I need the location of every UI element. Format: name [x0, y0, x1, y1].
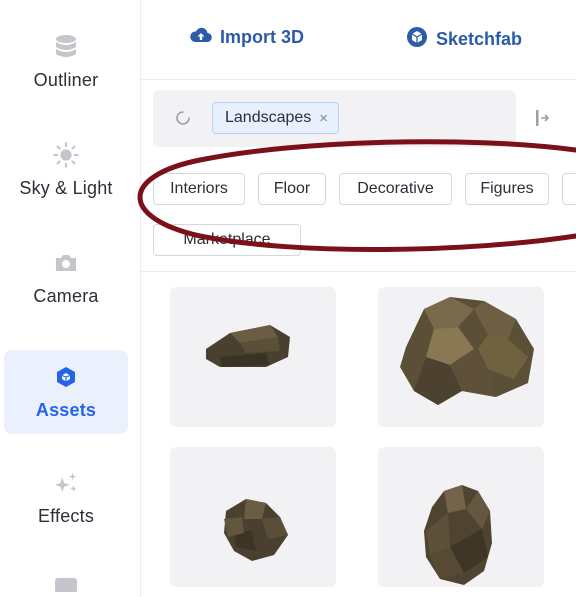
divider: [141, 271, 576, 272]
sidebar-item-label: Effects: [37, 505, 95, 526]
asset-card-rock-3[interactable]: [170, 447, 336, 587]
topbar: Import 3D Sketchfab: [141, 0, 576, 80]
cube-icon: [53, 364, 79, 390]
database-icon: [53, 34, 79, 60]
panel-toggle-icon[interactable]: [535, 109, 551, 127]
camera-icon: [53, 250, 79, 276]
selected-tag-label: Landscapes: [225, 109, 312, 126]
tag-marketplace[interactable]: Marketplace: [153, 224, 301, 256]
remove-tag-icon[interactable]: ×: [319, 110, 328, 127]
sidebar-item-label: Sky & Light: [19, 177, 113, 198]
app-root: Outliner Sky & Light Camera Assets Effec…: [0, 0, 576, 597]
sidebar-item-label: Outliner: [33, 69, 99, 90]
asset-card-rock-2[interactable]: [378, 287, 544, 427]
asset-card-rock-1[interactable]: [170, 287, 336, 427]
import-3d-label: Import 3D: [220, 27, 305, 47]
rock-thumbnail: [224, 499, 288, 561]
sidebar-item-effects[interactable]: Effects: [4, 456, 128, 540]
sidebar-item-camera[interactable]: Camera: [4, 236, 128, 320]
partial-icon: [55, 578, 77, 592]
sun-icon: [53, 141, 79, 168]
search-input[interactable]: Landscapes ×: [153, 90, 516, 147]
selected-tag-chip[interactable]: Landscapes ×: [212, 102, 340, 134]
sketchfab-button[interactable]: Sketchfab: [406, 26, 522, 53]
loading-spinner-icon: [175, 110, 191, 131]
asset-card-rock-4[interactable]: [378, 447, 544, 587]
tag-interiors[interactable]: Interiors: [153, 173, 245, 205]
sidebar: Outliner Sky & Light Camera Assets Effec…: [0, 0, 141, 597]
sparkles-icon: [53, 470, 79, 496]
sidebar-item-label: Assets: [35, 399, 97, 420]
import-3d-button[interactable]: Import 3D: [190, 26, 304, 49]
sketchfab-icon: [406, 26, 436, 53]
rock-thumbnail: [206, 325, 290, 367]
cloud-upload-icon: [190, 26, 220, 49]
tag-figures[interactable]: Figures: [465, 173, 549, 205]
sketchfab-label: Sketchfab: [436, 29, 523, 49]
rock-thumbnail: [400, 297, 534, 405]
sidebar-item-label: Camera: [33, 285, 99, 306]
rock-thumbnail: [424, 485, 492, 585]
tag-floor[interactable]: Floor: [258, 173, 326, 205]
tag-partial[interactable]: [562, 173, 576, 205]
sidebar-item-outliner[interactable]: Outliner: [4, 20, 128, 104]
sidebar-item-assets[interactable]: Assets: [4, 350, 128, 434]
sidebar-item-sky-light[interactable]: Sky & Light: [4, 128, 128, 212]
tag-decorative[interactable]: Decorative: [339, 173, 452, 205]
